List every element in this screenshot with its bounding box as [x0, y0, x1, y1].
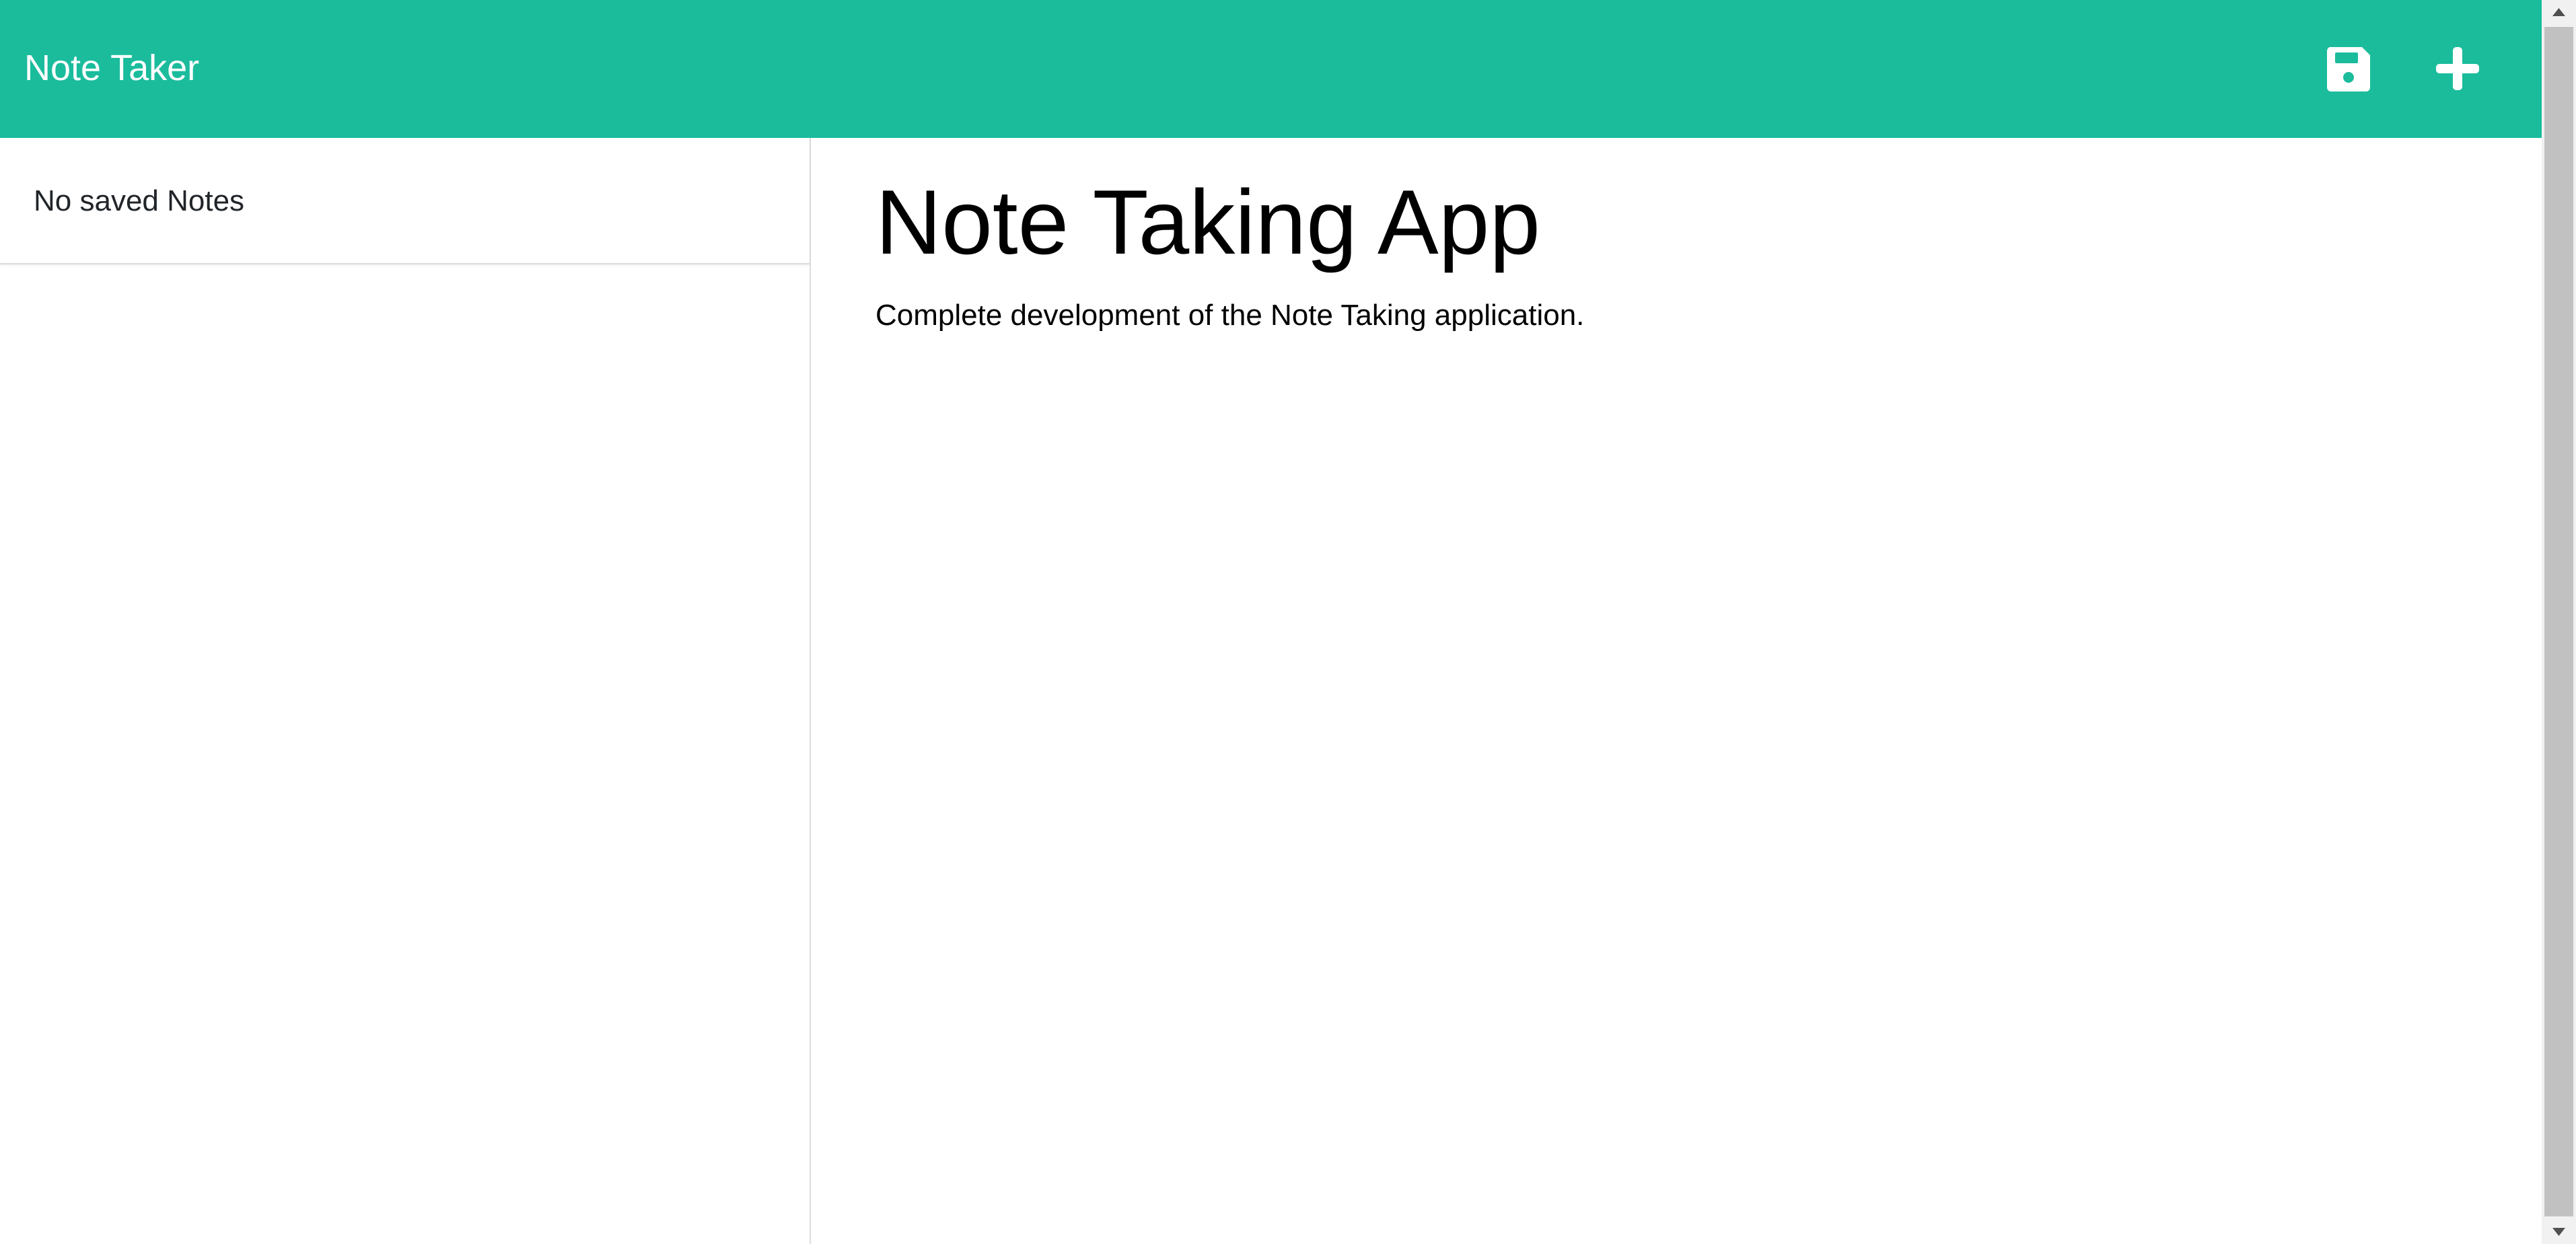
save-note-icon[interactable]: [2315, 35, 2382, 102]
app-root: Note Taker No saved Notes Complete devel…: [0, 0, 2576, 1244]
scroll-up-arrow-icon[interactable]: [2542, 0, 2576, 24]
list-item: No saved Notes: [0, 138, 810, 264]
note-list: No saved Notes: [0, 138, 810, 264]
scrollbar-thumb[interactable]: [2544, 27, 2573, 1216]
empty-notes-message: No saved Notes: [34, 184, 245, 217]
plus-icon: [2436, 47, 2479, 90]
note-editor: Complete development of the Note Taking …: [811, 138, 2542, 1244]
brand-title[interactable]: Note Taker: [24, 44, 199, 92]
notes-sidebar: No saved Notes: [0, 138, 811, 1244]
floppy-disk-icon: [2326, 47, 2370, 92]
vertical-scrollbar[interactable]: [2542, 0, 2576, 1244]
note-text-area[interactable]: Complete development of the Note Taking …: [875, 297, 2491, 1171]
new-note-icon[interactable]: [2424, 35, 2491, 102]
scroll-down-arrow-icon[interactable]: [2542, 1220, 2576, 1244]
note-title-input[interactable]: [875, 165, 2491, 279]
navbar: Note Taker: [0, 0, 2542, 138]
